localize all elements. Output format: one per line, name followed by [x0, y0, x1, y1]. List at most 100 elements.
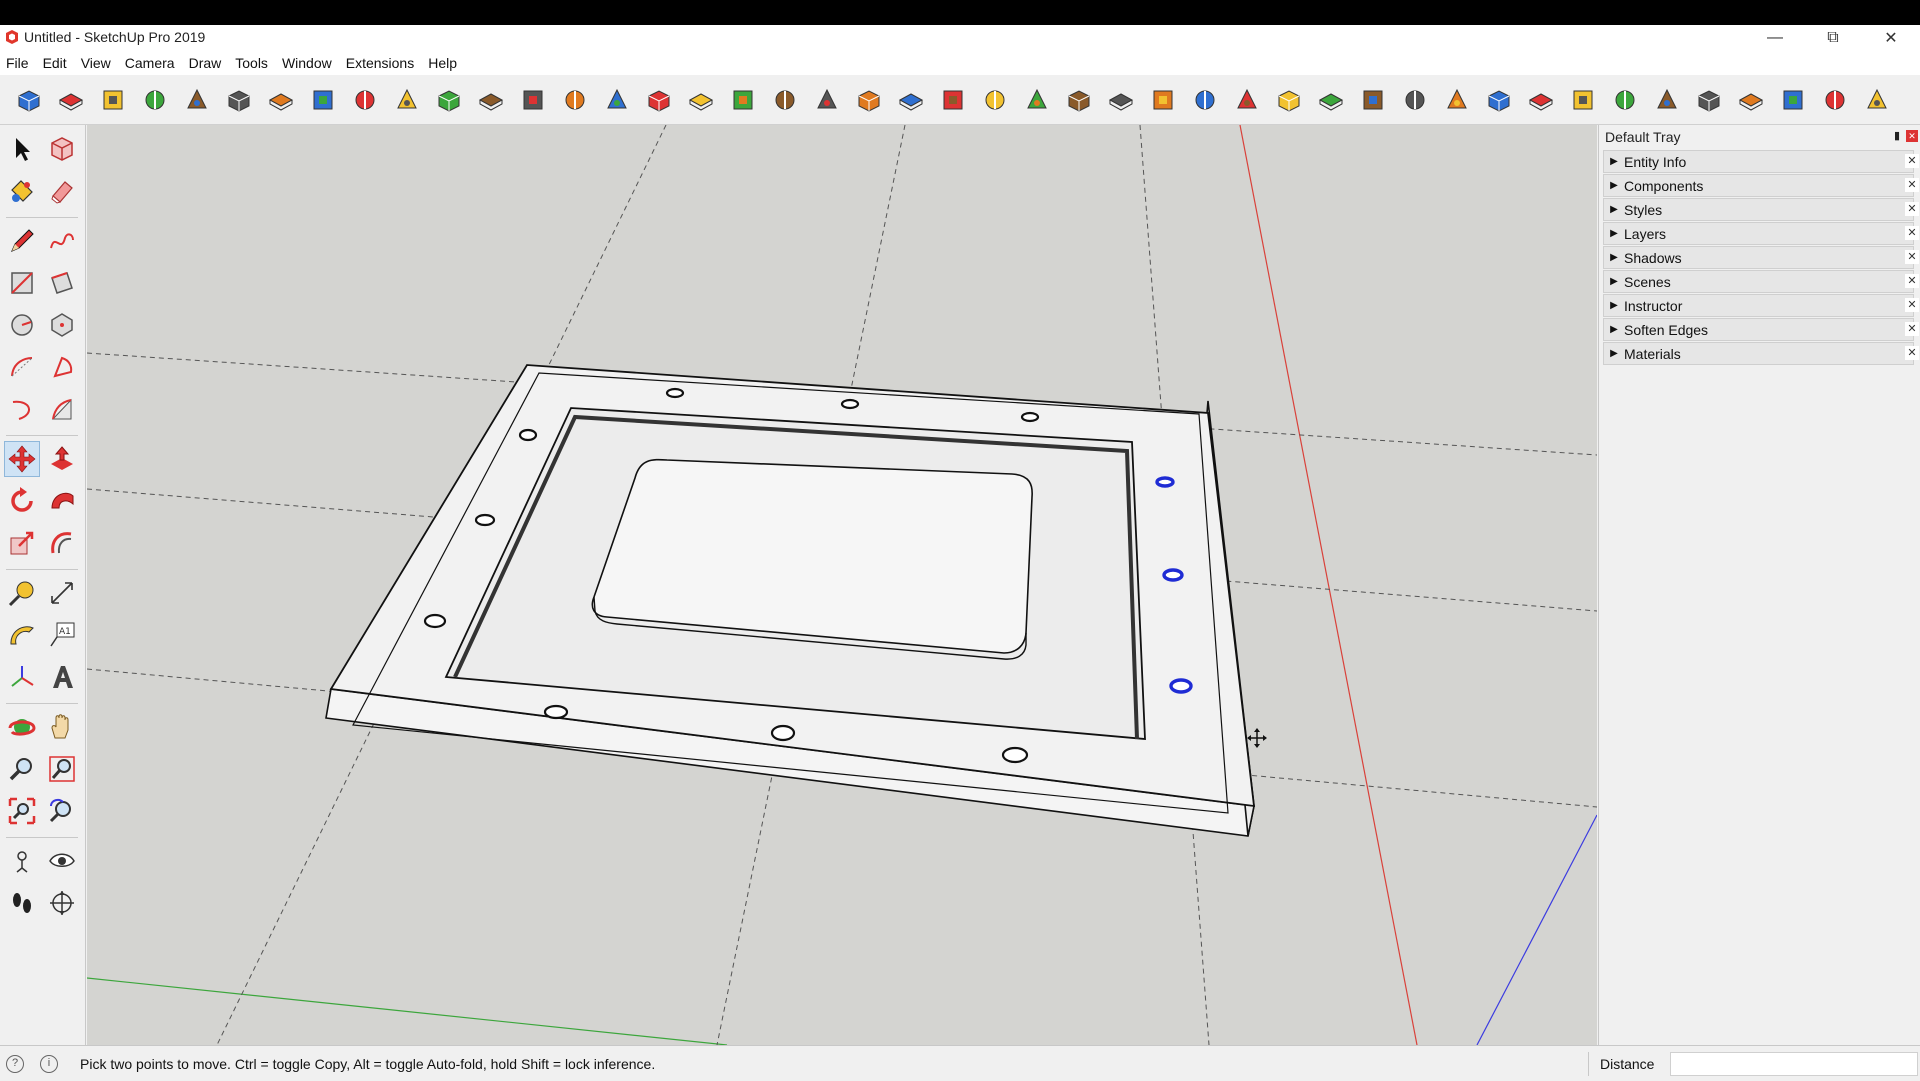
selected-hole[interactable]: [1169, 678, 1193, 694]
target-button[interactable]: [1526, 85, 1556, 115]
menu-draw[interactable]: Draw: [189, 55, 222, 71]
tray-close-icon[interactable]: ✕: [1906, 130, 1918, 142]
menu-help[interactable]: Help: [428, 55, 457, 71]
offset-tool[interactable]: [44, 525, 80, 561]
house-button[interactable]: [182, 85, 212, 115]
subtract-button[interactable]: [1484, 85, 1514, 115]
selected-hole[interactable]: [1155, 476, 1175, 488]
selected-hole[interactable]: [1162, 568, 1184, 582]
shadows-toolbar-button[interactable]: [1652, 85, 1682, 115]
three-point-arc-tool[interactable]: [4, 391, 40, 427]
model-info-button[interactable]: [14, 85, 44, 115]
minimize-button[interactable]: —: [1746, 25, 1804, 51]
extra-button[interactable]: [1862, 85, 1892, 115]
back-face-view-button[interactable]: [434, 85, 464, 115]
modeling-viewport[interactable]: [87, 125, 1597, 1045]
rotate-tool[interactable]: [4, 483, 40, 519]
iso-view-button[interactable]: [266, 85, 296, 115]
sandbox-button[interactable]: [1022, 85, 1052, 115]
walk-tool[interactable]: [4, 885, 40, 921]
geo-location-icon[interactable]: ?: [6, 1055, 24, 1073]
section-plane-tool[interactable]: [44, 885, 80, 921]
layers-toolbar-button[interactable]: [1610, 85, 1640, 115]
union-button[interactable]: [1442, 85, 1472, 115]
rectangle-tool[interactable]: [4, 265, 40, 301]
tray-item-soften-edges[interactable]: ▶ Soften Edges ✕: [1603, 318, 1919, 341]
previous-view-tool[interactable]: [44, 793, 80, 829]
align-button[interactable]: [1568, 85, 1598, 115]
green-plus-button[interactable]: [896, 85, 926, 115]
two-point-arc-tool[interactable]: [44, 391, 80, 427]
axes-tool[interactable]: [4, 659, 40, 695]
pin-icon[interactable]: ▮: [1894, 129, 1900, 142]
zoom-tool[interactable]: [4, 751, 40, 787]
solid-tools-button[interactable]: [1400, 85, 1430, 115]
orbit-tool[interactable]: [4, 709, 40, 745]
scale-color-button[interactable]: [1358, 85, 1388, 115]
close-panel-icon[interactable]: ✕: [1905, 346, 1919, 360]
scale-tool[interactable]: [4, 525, 40, 561]
tray-item-entity-info[interactable]: ▶ Entity Info ✕: [1603, 150, 1919, 173]
3d-text-tool[interactable]: [44, 659, 80, 695]
views-button[interactable]: [56, 85, 86, 115]
rotated-rectangle-tool[interactable]: [44, 265, 80, 301]
push-pull-tool[interactable]: [44, 441, 80, 477]
close-panel-icon[interactable]: ✕: [1905, 202, 1919, 216]
component-button[interactable]: [1274, 85, 1304, 115]
pan-tool[interactable]: [44, 709, 80, 745]
bezier-button[interactable]: [812, 85, 842, 115]
close-panel-icon[interactable]: ✕: [1905, 226, 1919, 240]
axes-button[interactable]: [1232, 85, 1262, 115]
menu-window[interactable]: Window: [282, 55, 332, 71]
zoom-extents-tool[interactable]: [4, 793, 40, 829]
grid2-button[interactable]: [1736, 85, 1766, 115]
position-camera-tool[interactable]: [4, 843, 40, 879]
follow-me-tool[interactable]: [44, 483, 80, 519]
instructor-info-icon[interactable]: i: [40, 1055, 58, 1073]
protractor-tool[interactable]: [4, 617, 40, 653]
torus-button[interactable]: [1106, 85, 1136, 115]
menu-camera[interactable]: Camera: [125, 55, 175, 71]
pie-tool[interactable]: [44, 349, 80, 385]
arc-tool[interactable]: [4, 349, 40, 385]
close-panel-icon[interactable]: ✕: [1905, 154, 1919, 168]
tray-item-styles[interactable]: ▶ Styles ✕: [1603, 198, 1919, 221]
tape-measure-tool[interactable]: [4, 575, 40, 611]
intersect-button[interactable]: [938, 85, 968, 115]
close-panel-icon[interactable]: ✕: [1905, 178, 1919, 192]
tray-item-shadows[interactable]: ▶ Shadows ✕: [1603, 246, 1919, 269]
menu-file[interactable]: File: [6, 55, 29, 71]
grid-button[interactable]: [1694, 85, 1724, 115]
select-tool[interactable]: [4, 131, 40, 167]
measurements-input[interactable]: [1670, 1052, 1918, 1076]
push-pull-button[interactable]: [560, 85, 590, 115]
make-component-tool[interactable]: [44, 131, 80, 167]
close-panel-icon[interactable]: ✕: [1905, 250, 1919, 264]
right-view-button[interactable]: [392, 85, 422, 115]
freehand-tool[interactable]: [44, 223, 80, 259]
zoom-window-tool[interactable]: [44, 751, 80, 787]
polygon-tool[interactable]: [44, 307, 80, 343]
orbit-button[interactable]: [1148, 85, 1178, 115]
paint-bucket-tool[interactable]: [4, 173, 40, 209]
menu-extensions[interactable]: Extensions: [346, 55, 414, 71]
add-plus-button[interactable]: [854, 85, 884, 115]
follow-me-button[interactable]: [518, 85, 548, 115]
home-view-button[interactable]: [98, 85, 128, 115]
offset-button[interactable]: [770, 85, 800, 115]
front-face-view-button[interactable]: [350, 85, 380, 115]
restore-button[interactable]: ⧉: [1804, 25, 1862, 51]
tray-item-components[interactable]: ▶ Components ✕: [1603, 174, 1919, 197]
left-view-button[interactable]: [476, 85, 506, 115]
circle-tool[interactable]: [4, 307, 40, 343]
texture-button[interactable]: [686, 85, 716, 115]
close-panel-icon[interactable]: ✕: [1905, 298, 1919, 312]
look-around-tool[interactable]: [44, 843, 80, 879]
back-view-button[interactable]: [224, 85, 254, 115]
section-plane-button[interactable]: [602, 85, 632, 115]
paint-button[interactable]: [644, 85, 674, 115]
top-view-button[interactable]: [308, 85, 338, 115]
text-tool[interactable]: A1: [44, 617, 80, 653]
dimension-tool[interactable]: [44, 575, 80, 611]
close-panel-icon[interactable]: ✕: [1905, 322, 1919, 336]
